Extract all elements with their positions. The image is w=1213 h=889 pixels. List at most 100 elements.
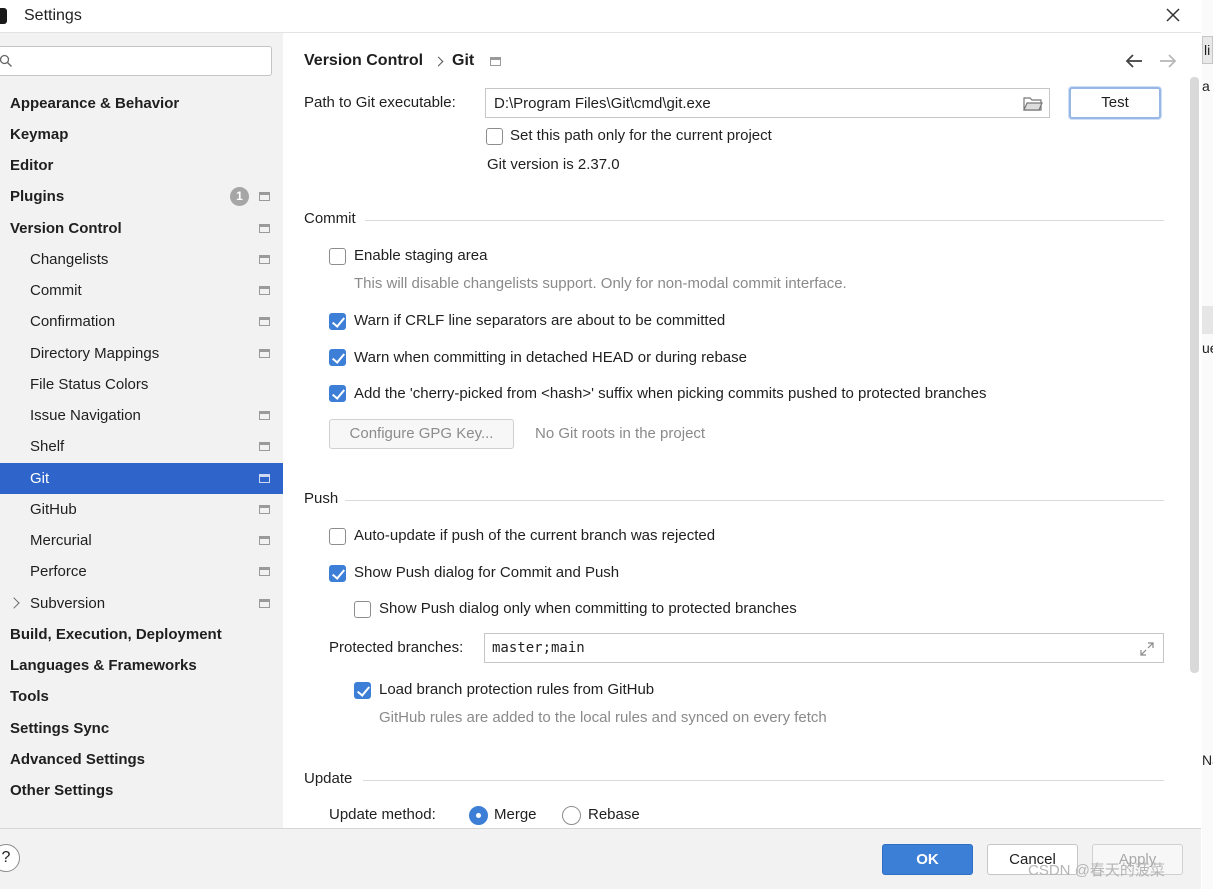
window-title: Settings bbox=[24, 7, 82, 24]
commit-section-title: Commit bbox=[304, 210, 356, 227]
project-scope-icon bbox=[259, 474, 270, 483]
staging-area-hint: This will disable changelists support. O… bbox=[354, 275, 847, 292]
section-divider bbox=[363, 780, 1164, 781]
sidebar-item-confirmation[interactable]: Confirmation bbox=[0, 306, 283, 337]
project-scope-icon bbox=[259, 442, 270, 451]
title-bar: Settings bbox=[0, 0, 1201, 33]
sidebar-item-issue-navigation[interactable]: Issue Navigation bbox=[0, 400, 283, 431]
configure-gpg-key-button[interactable]: Configure GPG Key... bbox=[329, 419, 514, 449]
push-dialog-protected-only-checkbox[interactable] bbox=[354, 601, 371, 618]
git-path-field[interactable]: D:\Program Files\Git\cmd\git.exe bbox=[485, 88, 1050, 118]
search-icon bbox=[0, 54, 12, 67]
staging-area-checkbox[interactable] bbox=[329, 248, 346, 265]
project-scope-icon bbox=[490, 57, 501, 66]
sidebar-item-commit[interactable]: Commit bbox=[0, 275, 283, 306]
warn-crlf-label: Warn if CRLF line separators are about t… bbox=[354, 312, 726, 329]
project-scope-icon bbox=[259, 317, 270, 326]
sidebar-item-languages-frameworks[interactable]: Languages & Frameworks bbox=[0, 650, 283, 681]
rebase-radio-label: Rebase bbox=[588, 806, 640, 823]
background-panel bbox=[1202, 306, 1213, 334]
help-button[interactable]: ? bbox=[0, 844, 20, 872]
protected-branches-field[interactable]: master;main bbox=[484, 633, 1164, 663]
scrollbar-thumb[interactable] bbox=[1190, 77, 1199, 673]
ok-button[interactable]: OK bbox=[882, 844, 973, 875]
set-path-only-label: Set this path only for the current proje… bbox=[510, 127, 772, 144]
breadcrumb-separator-icon bbox=[433, 56, 444, 67]
sidebar-item-shelf[interactable]: Shelf bbox=[0, 431, 283, 462]
sidebar-item-mercurial[interactable]: Mercurial bbox=[0, 525, 283, 556]
gpg-status-text: No Git roots in the project bbox=[535, 425, 706, 442]
project-scope-icon bbox=[259, 286, 270, 295]
background-text: li bbox=[1204, 42, 1211, 58]
merge-radio[interactable] bbox=[469, 806, 488, 825]
background-text: Na bbox=[1202, 752, 1213, 768]
git-settings-panel: Version Control Git Path to Git executab… bbox=[283, 33, 1201, 828]
rebase-radio[interactable] bbox=[562, 806, 581, 825]
sidebar-item-github[interactable]: GitHub bbox=[0, 494, 283, 525]
load-protection-rules-checkbox[interactable] bbox=[354, 682, 371, 699]
set-path-only-checkbox[interactable] bbox=[486, 128, 503, 145]
project-scope-icon bbox=[259, 255, 270, 264]
git-path-label: Path to Git executable: bbox=[304, 94, 456, 111]
sidebar-item-build-execution-deployment[interactable]: Build, Execution, Deployment bbox=[0, 619, 283, 650]
load-protection-rules-hint: GitHub rules are added to the local rule… bbox=[379, 709, 827, 726]
project-scope-icon bbox=[259, 567, 270, 576]
background-text: a bbox=[1202, 78, 1210, 94]
search-input[interactable] bbox=[0, 46, 272, 76]
sidebar-item-file-status-colors[interactable]: File Status Colors bbox=[0, 369, 283, 400]
dialog-footer: ? OK Cancel Apply bbox=[0, 828, 1201, 889]
back-arrow-icon[interactable] bbox=[1124, 53, 1144, 69]
sidebar-item-tools[interactable]: Tools bbox=[0, 681, 283, 712]
sidebar-item-subversion[interactable]: Subversion bbox=[0, 588, 283, 619]
sidebar-item-settings-sync[interactable]: Settings Sync bbox=[0, 713, 283, 744]
warn-detached-head-checkbox[interactable] bbox=[329, 349, 346, 366]
push-dialog-protected-only-label: Show Push dialog only when committing to… bbox=[379, 600, 797, 617]
git-version-text: Git version is 2.37.0 bbox=[487, 156, 620, 173]
sidebar-item-advanced-settings[interactable]: Advanced Settings bbox=[0, 744, 283, 775]
sidebar-item-changelists[interactable]: Changelists bbox=[0, 244, 283, 275]
section-divider bbox=[365, 220, 1164, 221]
sidebar-item-directory-mappings[interactable]: Directory Mappings bbox=[0, 338, 283, 369]
protected-branches-label: Protected branches: bbox=[329, 639, 464, 656]
background-text: ue bbox=[1202, 340, 1213, 356]
sidebar-item-other-settings[interactable]: Other Settings bbox=[0, 775, 283, 806]
auto-update-label: Auto-update if push of the current branc… bbox=[354, 527, 716, 544]
update-method-label: Update method: bbox=[329, 806, 436, 823]
project-scope-icon bbox=[259, 192, 270, 201]
merge-radio-label: Merge bbox=[494, 806, 537, 823]
push-section-title: Push bbox=[304, 490, 339, 507]
sidebar-item-git[interactable]: Git bbox=[0, 463, 283, 494]
breadcrumb-parent[interactable]: Version Control bbox=[304, 52, 423, 70]
show-push-dialog-label: Show Push dialog for Commit and Push bbox=[354, 564, 620, 581]
expand-icon[interactable] bbox=[1140, 642, 1154, 656]
sidebar-item-version-control[interactable]: Version Control bbox=[0, 213, 283, 244]
sidebar-item-editor[interactable]: Editor bbox=[0, 150, 283, 181]
warn-detached-head-label: Warn when committing in detached HEAD or… bbox=[354, 349, 747, 366]
project-scope-icon bbox=[259, 599, 270, 608]
cherry-picked-suffix-label: Add the 'cherry-picked from <hash>' suff… bbox=[354, 385, 987, 402]
sidebar-item-plugins[interactable]: Plugins 1 bbox=[0, 181, 283, 212]
cherry-picked-suffix-checkbox[interactable] bbox=[329, 385, 346, 402]
project-scope-icon bbox=[259, 349, 270, 358]
background-window-edge: li a ue Na bbox=[1202, 0, 1213, 889]
load-protection-rules-label: Load branch protection rules from GitHub bbox=[379, 681, 655, 698]
close-icon[interactable] bbox=[1162, 4, 1184, 26]
settings-sidebar: Appearance & Behavior Keymap Editor Plug… bbox=[0, 33, 283, 828]
project-scope-icon bbox=[259, 536, 270, 545]
browse-folder-icon[interactable] bbox=[1023, 96, 1043, 111]
sidebar-item-appearance-behavior[interactable]: Appearance & Behavior bbox=[0, 88, 283, 119]
sidebar-item-keymap[interactable]: Keymap bbox=[0, 119, 283, 150]
protected-branches-value: master;main bbox=[492, 640, 585, 656]
forward-arrow-icon[interactable] bbox=[1158, 53, 1178, 69]
auto-update-checkbox[interactable] bbox=[329, 528, 346, 545]
plugins-update-badge: 1 bbox=[230, 187, 249, 206]
watermark: CSDN @春天的菠菜 bbox=[1028, 862, 1165, 879]
warn-crlf-checkbox[interactable] bbox=[329, 313, 346, 330]
staging-area-label: Enable staging area bbox=[354, 247, 488, 264]
test-button[interactable]: Test bbox=[1069, 87, 1161, 119]
sidebar-item-perforce[interactable]: Perforce bbox=[0, 556, 283, 587]
show-push-dialog-checkbox[interactable] bbox=[329, 565, 346, 582]
chevron-right-icon[interactable] bbox=[8, 597, 20, 609]
project-scope-icon bbox=[259, 411, 270, 420]
settings-window: Settings Appearance & Behavior Keymap Ed… bbox=[0, 0, 1201, 889]
